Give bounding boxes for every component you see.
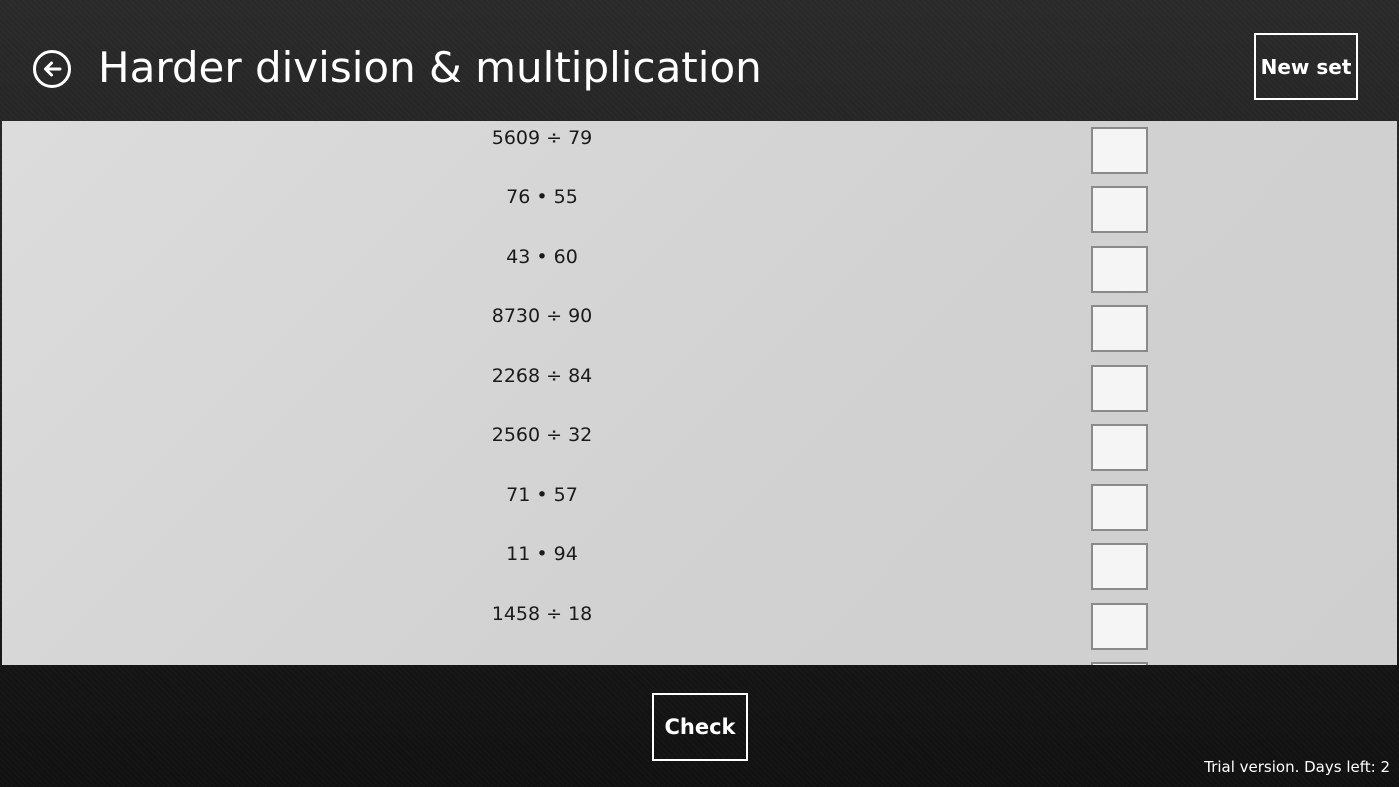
problem-expression: 43 • 60 — [506, 246, 578, 268]
problems-panel[interactable]: 5609 ÷ 79 76 • 55 43 • 60 8730 ÷ 90 2268… — [2, 121, 1397, 665]
problem-expression: 76 • 55 — [506, 186, 578, 208]
answer-input[interactable] — [1091, 365, 1148, 412]
problem-row: 5609 ÷ 79 — [2, 121, 1397, 180]
problem-row: 8730 ÷ 90 — [2, 299, 1397, 358]
answer-input[interactable] — [1091, 246, 1148, 293]
problem-row — [2, 656, 1397, 665]
problem-expression: 8730 ÷ 90 — [491, 305, 593, 327]
app-header: Harder division & multiplication New set — [0, 0, 1399, 121]
answer-input[interactable] — [1091, 127, 1148, 174]
answer-input[interactable] — [1091, 543, 1148, 590]
back-button[interactable] — [33, 50, 71, 88]
check-button[interactable]: Check — [652, 693, 748, 761]
answer-input[interactable] — [1091, 662, 1148, 665]
problem-row: 1458 ÷ 18 — [2, 597, 1397, 656]
answer-input[interactable] — [1091, 186, 1148, 233]
answer-input[interactable] — [1091, 484, 1148, 531]
new-set-button[interactable]: New set — [1254, 33, 1358, 100]
answer-input[interactable] — [1091, 603, 1148, 650]
answer-input[interactable] — [1091, 424, 1148, 471]
trial-status-text: Trial version. Days left: 2 — [1204, 758, 1390, 776]
problem-expression: 71 • 57 — [506, 484, 578, 506]
problem-expression: 11 • 94 — [506, 543, 578, 565]
problem-expression: 2268 ÷ 84 — [491, 365, 593, 387]
problem-row: 43 • 60 — [2, 240, 1397, 299]
page-title: Harder division & multiplication — [98, 43, 762, 92]
problem-row: 76 • 55 — [2, 180, 1397, 239]
problem-row: 11 • 94 — [2, 537, 1397, 596]
problem-row: 2560 ÷ 32 — [2, 418, 1397, 477]
problem-row: 2268 ÷ 84 — [2, 359, 1397, 418]
arrow-left-icon — [44, 61, 62, 77]
problem-expression: 5609 ÷ 79 — [491, 127, 593, 149]
problem-row: 71 • 57 — [2, 478, 1397, 537]
answer-input[interactable] — [1091, 305, 1148, 352]
problem-expression: 2560 ÷ 32 — [491, 424, 593, 446]
problem-expression: 1458 ÷ 18 — [491, 603, 593, 625]
